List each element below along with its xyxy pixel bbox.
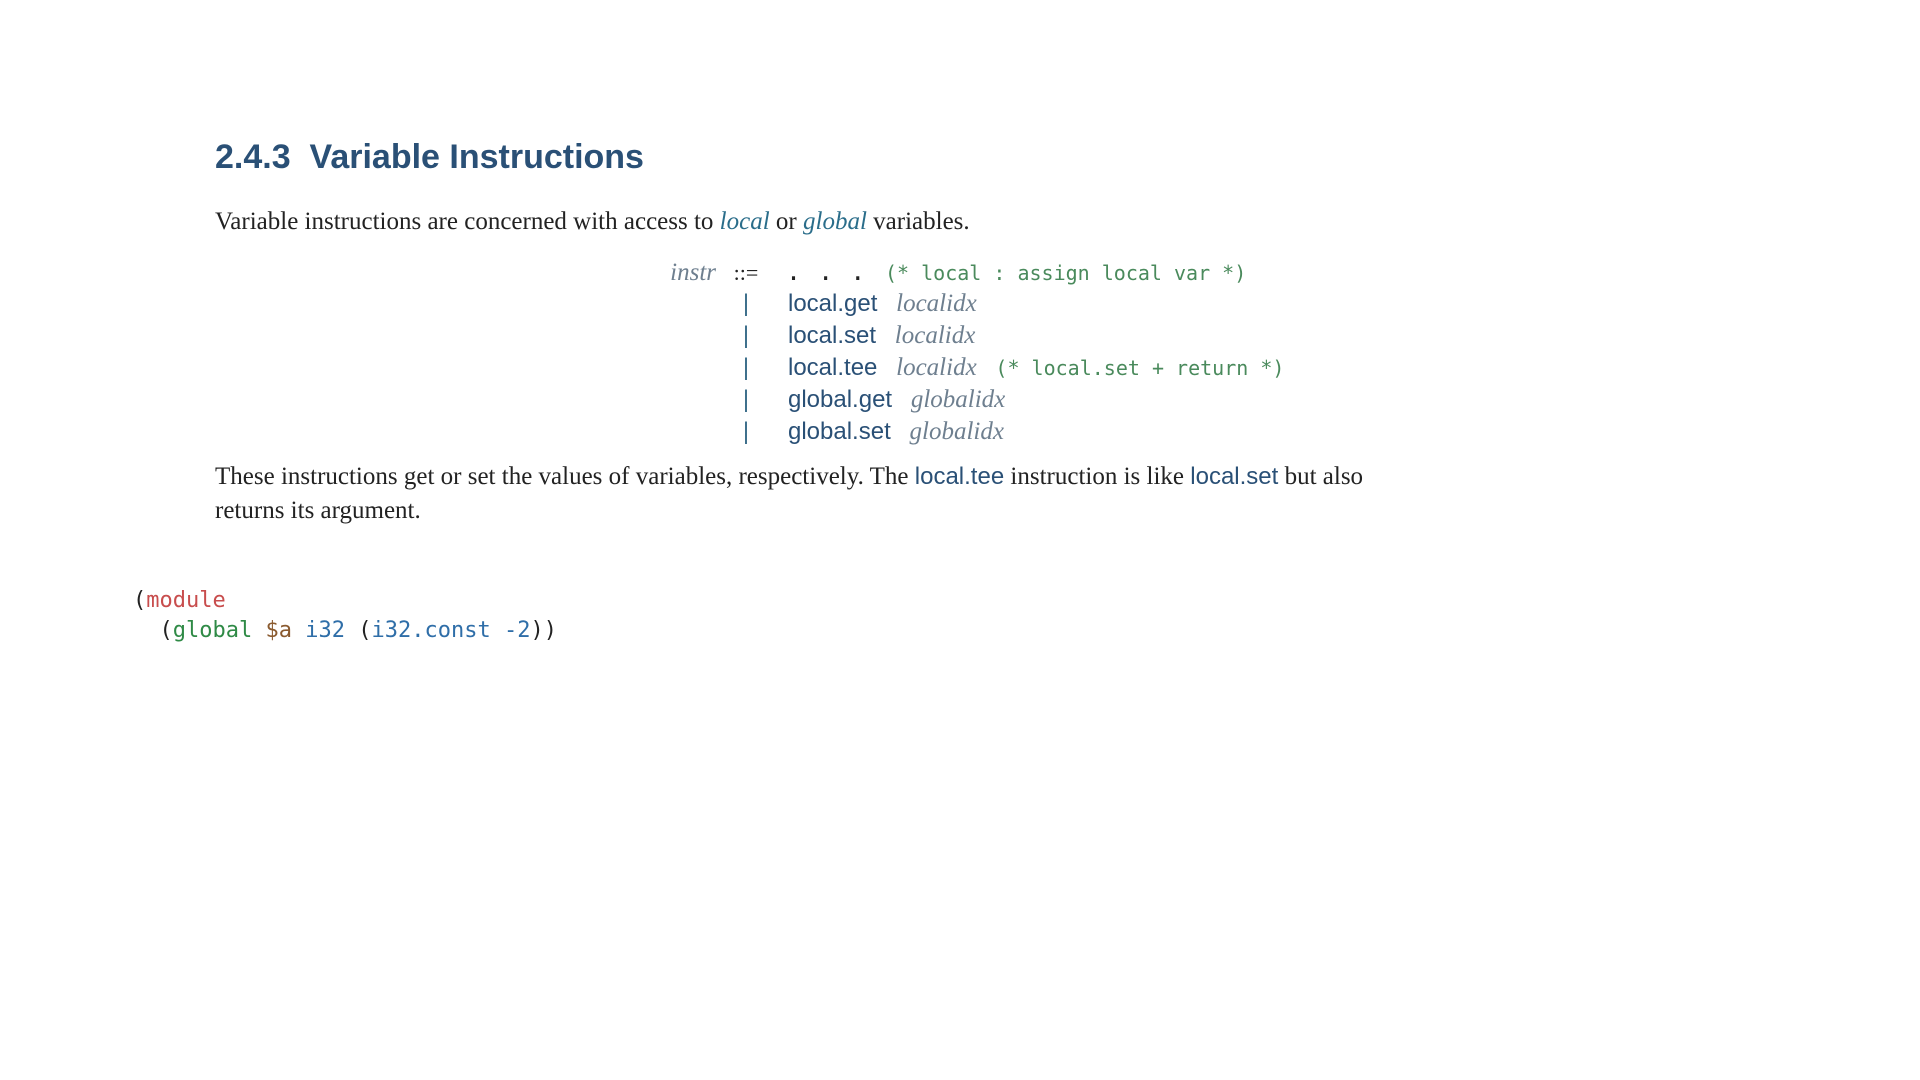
grammar-row: | local.set localidx xyxy=(640,320,1284,352)
grammar-row: | global.set globalidx xyxy=(640,416,1284,448)
grammar-rhs: local.get localidx xyxy=(776,288,977,320)
para2-t1: These instructions get or set the values… xyxy=(215,463,915,490)
grammar-rhs: global.get globalidx xyxy=(776,384,1005,416)
grammar-arg: localidx xyxy=(895,322,976,349)
code-paren: ( xyxy=(358,618,371,643)
intro-text-2: or xyxy=(770,208,803,235)
grammar-kw: global.get xyxy=(788,386,892,413)
code-indent xyxy=(133,618,160,643)
code-number: -2 xyxy=(504,618,531,643)
grammar-arg: localidx xyxy=(896,354,977,381)
grammar-kw: global.set xyxy=(788,418,891,445)
section-heading: 2.4.3 Variable Instructions xyxy=(215,138,644,177)
code-type: i32 xyxy=(305,618,345,643)
grammar-row: | local.tee localidx (* local.set + retu… xyxy=(640,352,1284,384)
code-paren: ( xyxy=(160,618,173,643)
code-block: (module (global $a i32 (i32.const -2)) xyxy=(133,586,557,646)
code-line-1: (module xyxy=(133,586,557,616)
grammar-block: instr ::= . . . (* local : assign local … xyxy=(640,256,1284,448)
grammar-row: | local.get localidx xyxy=(640,288,1284,320)
grammar-rhs: local.set localidx xyxy=(776,320,975,352)
grammar-arg: globalidx xyxy=(911,386,1005,413)
grammar-rhs: global.set globalidx xyxy=(776,416,1004,448)
grammar-bar: | xyxy=(739,288,753,320)
grammar-rhs-0: . . . (* local : assign local var *) xyxy=(776,256,1246,289)
code-paren: ) xyxy=(530,618,543,643)
intro-text-3: variables. xyxy=(867,208,970,235)
grammar-arg: localidx xyxy=(896,290,977,317)
grammar-kw: local.get xyxy=(788,290,877,317)
ellipsis: . . . xyxy=(786,257,866,286)
inline-code-local-tee: local.tee xyxy=(915,463,1004,490)
grammar-row-head: instr ::= . . . (* local : assign local … xyxy=(640,256,1284,288)
section-title: Variable Instructions xyxy=(310,138,644,176)
grammar-comment-top: (* local : assign local var *) xyxy=(885,261,1246,285)
explanation-paragraph: These instructions get or set the values… xyxy=(215,460,1415,528)
inline-code-local-set: local.set xyxy=(1190,463,1278,490)
code-kw-global: global xyxy=(173,618,252,643)
grammar-arg: globalidx xyxy=(910,418,1004,445)
code-paren: ( xyxy=(133,588,146,613)
section-number: 2.4.3 xyxy=(215,138,291,176)
code-kw-module: module xyxy=(146,588,225,613)
grammar-bar: | xyxy=(739,384,753,416)
code-paren: ) xyxy=(544,618,557,643)
grammar-def-op: ::= xyxy=(716,257,776,289)
grammar-comment: (* local.set + return *) xyxy=(995,356,1284,380)
intro-text-1: Variable instructions are concerned with… xyxy=(215,208,720,235)
code-var-name: $a xyxy=(265,618,292,643)
grammar-row: | global.get globalidx xyxy=(640,384,1284,416)
grammar-kw: local.tee xyxy=(788,354,877,381)
link-local[interactable]: local xyxy=(720,208,770,235)
code-fn: i32.const xyxy=(371,618,490,643)
code-line-2: (global $a i32 (i32.const -2)) xyxy=(133,616,557,646)
grammar-bar: | xyxy=(739,352,753,384)
grammar-kw: local.set xyxy=(788,322,876,349)
grammar-rhs: local.tee localidx (* local.set + return… xyxy=(776,352,1284,384)
link-global[interactable]: global xyxy=(803,208,867,235)
grammar-bar: | xyxy=(739,320,753,352)
para2-t2: instruction is like xyxy=(1004,463,1190,490)
grammar-bar: | xyxy=(739,416,753,448)
grammar-lhs: instr xyxy=(640,257,716,289)
intro-paragraph: Variable instructions are concerned with… xyxy=(215,208,970,236)
